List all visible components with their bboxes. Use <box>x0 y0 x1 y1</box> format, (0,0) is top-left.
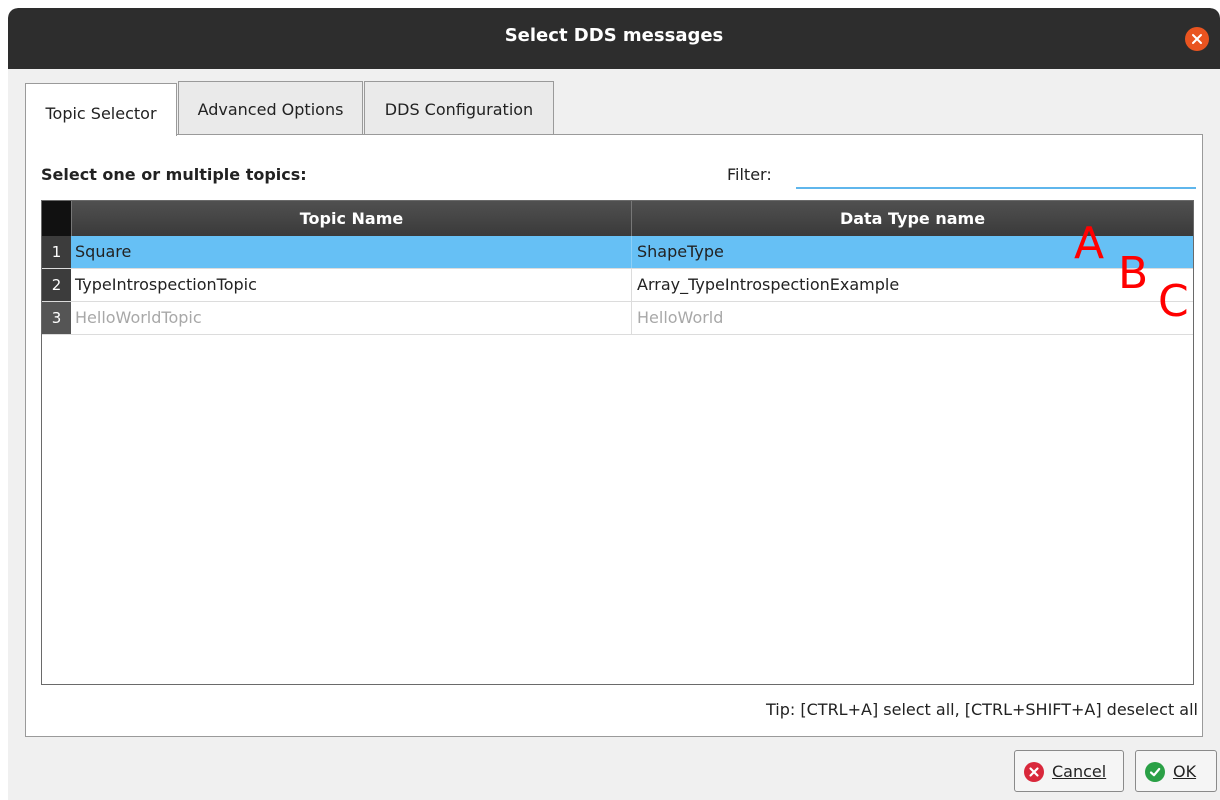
topic-selector-panel: Select one or multiple topics: Filter: T… <box>25 134 1203 737</box>
topic-name-cell[interactable]: Square <box>75 236 625 268</box>
row-number[interactable]: 1 <box>42 236 71 268</box>
annotation-letter-a: A <box>1074 218 1105 269</box>
column-divider <box>631 236 632 268</box>
filter-label: Filter: <box>727 165 772 184</box>
shortcut-tip: Tip: [CTRL+A] select all, [CTRL+SHIFT+A]… <box>766 700 1198 719</box>
data-type-cell[interactable]: Array_TypeIntrospectionExample <box>637 269 1187 301</box>
data-type-cell[interactable]: HelloWorld <box>637 302 1187 334</box>
row-number[interactable]: 2 <box>42 269 71 301</box>
column-divider <box>631 269 632 301</box>
column-header-data-type-name[interactable]: Data Type name <box>631 201 1193 236</box>
topic-name-cell[interactable]: HelloWorldTopic <box>75 302 625 334</box>
cancel-label: Cancel <box>1052 762 1107 781</box>
dialog-title: Select DDS messages <box>504 25 724 46</box>
select-dds-dialog: Select DDS messages Topic Selector Advan… <box>8 8 1220 800</box>
tab-label: Topic Selector <box>45 104 157 123</box>
data-type-cell[interactable]: ShapeType <box>637 236 1187 268</box>
ok-button[interactable]: OK <box>1135 750 1217 792</box>
tab-label: Advanced Options <box>197 100 344 119</box>
topic-name-cell[interactable]: TypeIntrospectionTopic <box>75 269 625 301</box>
title-bar[interactable]: Select DDS messages <box>8 8 1220 69</box>
tab-label: DDS Configuration <box>384 100 534 119</box>
select-topics-label: Select one or multiple topics: <box>41 165 307 184</box>
topics-table: Topic Name Data Type name 1 Square Shape… <box>41 200 1194 685</box>
column-header-topic-name[interactable]: Topic Name <box>71 201 631 236</box>
annotation-letter-b: B <box>1118 248 1149 299</box>
row-number[interactable]: 3 <box>42 302 71 334</box>
checkmark-icon <box>1145 762 1165 782</box>
table-row[interactable]: 1 Square ShapeType <box>42 236 1193 269</box>
table-row[interactable]: 3 HelloWorldTopic HelloWorld <box>42 302 1193 335</box>
tab-topic-selector[interactable]: Topic Selector <box>25 83 177 136</box>
select-all-corner[interactable] <box>42 201 71 236</box>
cancel-button[interactable]: Cancel <box>1014 750 1124 792</box>
close-icon <box>1192 34 1202 44</box>
table-row[interactable]: 2 TypeIntrospectionTopic Array_TypeIntro… <box>42 269 1193 302</box>
filter-input[interactable] <box>796 155 1196 189</box>
close-button[interactable] <box>1185 27 1209 51</box>
tab-advanced-options[interactable]: Advanced Options <box>178 81 363 134</box>
ok-label: OK <box>1173 762 1197 781</box>
column-divider <box>631 302 632 334</box>
table-header: Topic Name Data Type name <box>42 201 1193 236</box>
tab-dds-configuration[interactable]: DDS Configuration <box>364 81 554 134</box>
annotation-letter-c: C <box>1158 276 1189 327</box>
cancel-icon <box>1024 762 1044 782</box>
